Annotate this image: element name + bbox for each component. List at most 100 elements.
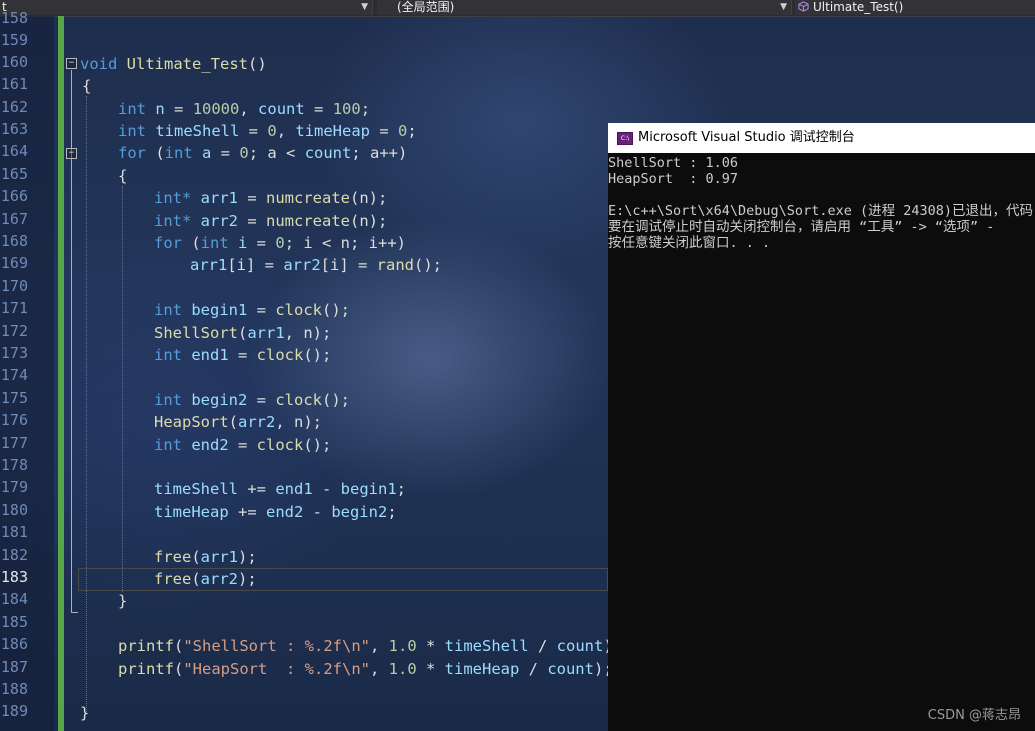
code-text: ( — [191, 548, 201, 566]
code-text: / — [519, 660, 548, 678]
code-line-163: int timeShell = 0, timeHeap = 0; — [118, 120, 417, 142]
keyword: for — [118, 144, 146, 162]
member-dropdown-label: Ultimate_Test() — [813, 0, 904, 14]
line-number: 173 — [0, 344, 28, 362]
identifier: arr1 — [247, 324, 285, 342]
console-title-bar[interactable]: C:\ Microsoft Visual Studio 调试控制台 — [608, 123, 1035, 153]
chevron-down-icon: ▼ — [361, 2, 368, 12]
console-output-line: 要在调试停止时自动关闭控制台，请启用 “工具” -> “选项” - — [608, 219, 995, 235]
code-text: = — [247, 391, 276, 409]
code-text: - — [303, 503, 332, 521]
number-literal: 0 — [398, 122, 408, 140]
scope-dropdown[interactable]: (全局范围) ▼ — [377, 0, 792, 15]
code-line-182: free(arr1); — [154, 546, 257, 568]
keyword: int — [154, 391, 182, 409]
identifier: timeShell — [444, 637, 529, 655]
identifier: end1 — [191, 346, 229, 364]
code-text: } — [80, 704, 90, 722]
line-number: 163 — [0, 120, 28, 138]
code-text: = — [164, 100, 193, 118]
line-number: 189 — [0, 702, 28, 720]
number-literal: 1.0 — [388, 660, 417, 678]
line-number: 162 — [0, 98, 28, 116]
identifier: arr1 — [200, 548, 238, 566]
code-text: (); — [322, 391, 351, 409]
identifier: count — [258, 100, 305, 118]
keyword: for — [154, 234, 182, 252]
line-number: 185 — [0, 613, 28, 631]
member-dropdown[interactable]: Ultimate_Test() — [795, 0, 1035, 15]
function-name: rand — [376, 256, 414, 274]
function-name: Ultimate_Test — [126, 55, 248, 73]
fold-guide — [71, 160, 72, 582]
line-number: 187 — [0, 658, 28, 676]
line-number: 171 — [0, 299, 28, 317]
csdn-watermark: CSDN @蒋志昂 — [927, 708, 1021, 723]
line-number: 168 — [0, 232, 28, 250]
code-text: ); — [238, 548, 257, 566]
number-literal: 1.0 — [388, 637, 417, 655]
scope-dropdown-label: (全局范围) — [397, 0, 455, 14]
code-line-189: } — [80, 702, 89, 724]
code-text: () — [248, 55, 267, 73]
line-number: 182 — [0, 546, 28, 564]
code-text: ; — [387, 503, 397, 521]
collapse-icon[interactable]: − — [66, 148, 77, 159]
number-literal: 100 — [332, 100, 361, 118]
code-line-166: int* arr1 = numcreate(n); — [154, 187, 387, 209]
function-name: printf — [118, 660, 174, 678]
code-line-183[interactable]: free(arr2); — [154, 568, 257, 590]
indent-guide — [122, 186, 123, 592]
project-dropdown[interactable]: t ▼ — [0, 0, 373, 15]
line-number: 175 — [0, 389, 28, 407]
identifier: arr2 — [238, 413, 276, 431]
identifier: timeHeap — [154, 503, 229, 521]
code-text: = — [247, 301, 276, 319]
code-text: = — [238, 212, 266, 230]
code-text: = — [247, 234, 276, 252]
code-text: = — [304, 100, 333, 118]
code-text: ; a < — [248, 144, 305, 162]
code-line-179: timeShell += end1 - begin1; — [154, 478, 406, 500]
code-text: , n); — [275, 413, 322, 431]
identifier: timeShell — [155, 122, 240, 140]
keyword: int — [118, 100, 146, 118]
code-line-162: int n = 10000, count = 100; — [118, 98, 370, 120]
number-literal: 0 — [275, 234, 285, 252]
line-number: 179 — [0, 478, 28, 496]
identifier: end1 — [275, 480, 313, 498]
keyword: int* — [154, 189, 192, 207]
change-tracking-bar — [58, 16, 64, 731]
code-text: [i] = — [320, 256, 377, 274]
code-text: (); — [413, 256, 442, 274]
code-line-160: void Ultimate_Test() — [80, 53, 267, 75]
debug-console-window[interactable]: C:\ Microsoft Visual Studio 调试控制台 ShellS… — [608, 123, 1035, 731]
line-number: 184 — [0, 590, 28, 608]
code-line-164: for (int a = 0; a < count; a++) — [118, 142, 407, 164]
code-text: , n); — [284, 324, 332, 342]
line-number: 188 — [0, 680, 28, 698]
code-text: (n); — [350, 212, 388, 230]
code-text: = — [238, 189, 266, 207]
line-number: 180 — [0, 501, 28, 519]
code-line-184: } — [118, 590, 127, 612]
code-text: , — [369, 637, 389, 655]
code-line-161: { — [82, 75, 91, 97]
line-number: 169 — [0, 254, 28, 272]
code-line-167: int* arr2 = numcreate(n); — [154, 210, 387, 232]
identifier: begin2 — [331, 503, 388, 521]
keyword: int — [118, 122, 146, 140]
code-text: += — [228, 503, 266, 521]
number-literal: 10000 — [192, 100, 240, 118]
code-line-177: int end2 = clock(); — [154, 434, 331, 456]
collapse-icon[interactable]: − — [66, 58, 77, 69]
line-number: 177 — [0, 434, 28, 452]
code-text: += — [238, 480, 276, 498]
identifier: arr1 — [190, 256, 228, 274]
function-name: printf — [118, 637, 174, 655]
code-text: ( — [174, 637, 184, 655]
identifier: end2 — [191, 436, 229, 454]
identifier: count — [556, 637, 604, 655]
code-text: { — [82, 77, 92, 95]
identifier: begin1 — [191, 301, 248, 319]
